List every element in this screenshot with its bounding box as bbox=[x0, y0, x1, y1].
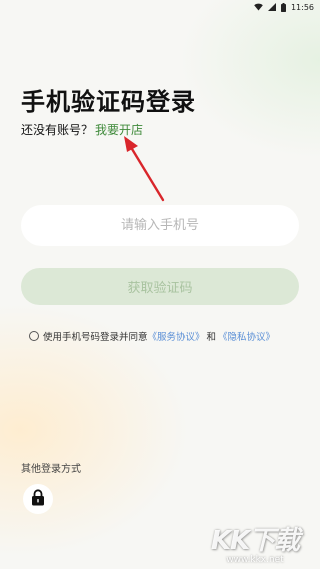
signal-icon bbox=[267, 3, 276, 11]
watermark-logo: KK下载 bbox=[210, 526, 300, 556]
signup-row: 还没有账号？ 我要开店 bbox=[21, 121, 143, 138]
watermark-url: www.kkx.net bbox=[226, 555, 284, 565]
watermark: KK下载 www.kkx.net bbox=[196, 527, 314, 565]
get-code-button[interactable]: 获取验证码 bbox=[21, 268, 299, 305]
privacy-agreement-link[interactable]: 《隐私协议》 bbox=[218, 329, 275, 343]
status-bar: 11:56 bbox=[0, 0, 320, 14]
login-screen: 11:56 手机验证码登录 还没有账号？我要开店 获取验证码 使用手机号码登录并… bbox=[0, 0, 320, 569]
agreement-row: 使用手机号码登录并同意 《服务协议》 和 《隐私协议》 bbox=[29, 329, 275, 343]
agreement-radio[interactable] bbox=[29, 331, 39, 341]
phone-input[interactable] bbox=[21, 205, 299, 246]
wifi-icon bbox=[254, 3, 263, 11]
service-agreement-link[interactable]: 《服务协议》 bbox=[148, 329, 205, 343]
agreement-and-text: 和 bbox=[206, 332, 217, 343]
other-login-label: 其他登录方式 bbox=[21, 464, 81, 475]
agreement-text: 使用手机号码登录并同意 bbox=[43, 332, 148, 343]
battery-icon bbox=[280, 2, 286, 12]
page-title: 手机验证码登录 bbox=[21, 88, 196, 116]
open-store-link[interactable]: 我要开店 bbox=[95, 123, 143, 137]
lock-icon bbox=[31, 488, 45, 510]
no-account-text: 还没有账号？ bbox=[21, 123, 94, 137]
password-login-button[interactable] bbox=[23, 484, 53, 514]
status-time: 11:56 bbox=[290, 2, 314, 12]
